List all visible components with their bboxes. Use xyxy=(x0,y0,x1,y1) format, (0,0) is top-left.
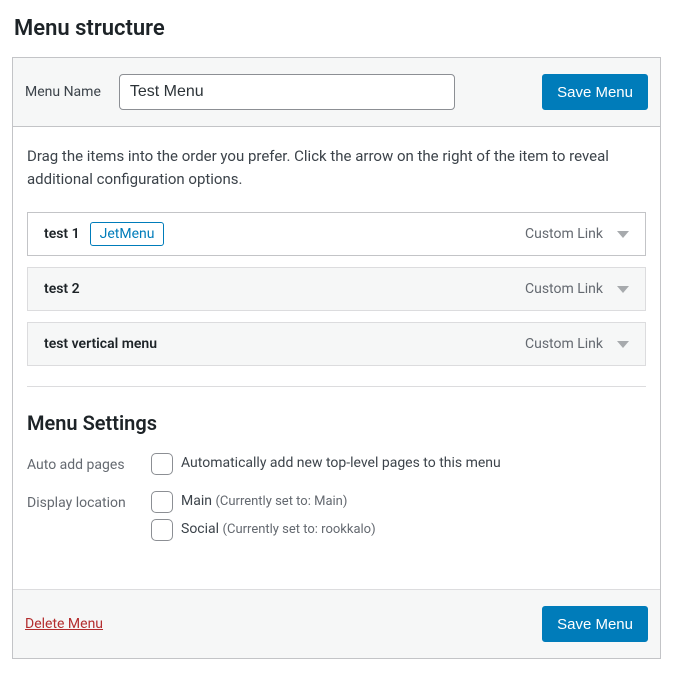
display-location-note: (Currently set to: rookkalo) xyxy=(223,522,376,537)
menu-item[interactable]: test 1 JetMenu Custom Link xyxy=(27,212,646,256)
menu-footer: Delete Menu Save Menu xyxy=(13,589,660,658)
menu-item-title: test 2 xyxy=(44,281,80,297)
menu-structure-heading: Menu structure xyxy=(14,16,661,41)
display-location-name: Main (Currently set to: Main) xyxy=(181,492,347,512)
display-location-note: (Currently set to: Main) xyxy=(215,494,347,509)
menu-items-list: test 1 JetMenu Custom Link test 2 Custom Lin… xyxy=(27,212,646,366)
display-location-row: Display location Main (Currently set to:… xyxy=(27,491,646,547)
display-location-option: Social (Currently set to: rookkalo) xyxy=(151,519,646,541)
menu-item-title: test 1 xyxy=(44,226,80,242)
menu-item-type: Custom Link xyxy=(525,281,603,297)
menu-name-label: Menu Name xyxy=(25,84,101,100)
menu-item-title: test vertical menu xyxy=(44,336,157,352)
auto-add-checkbox[interactable] xyxy=(151,453,173,475)
display-location-label: Display location xyxy=(27,491,151,511)
save-menu-button-top[interactable]: Save Menu xyxy=(542,74,648,110)
display-location-option: Main (Currently set to: Main) xyxy=(151,491,646,513)
instructions-text: Drag the items into the order you prefer… xyxy=(27,145,637,190)
menu-item-type: Custom Link xyxy=(525,336,603,352)
chevron-down-icon[interactable] xyxy=(617,286,629,293)
chevron-down-icon[interactable] xyxy=(617,341,629,348)
menu-settings-section: Menu Settings Auto add pages Automatical… xyxy=(27,411,646,581)
chevron-down-icon[interactable] xyxy=(617,231,629,238)
menu-name-input[interactable] xyxy=(119,74,455,110)
menu-item[interactable]: test 2 Custom Link xyxy=(27,267,646,311)
display-location-name: Social (Currently set to: rookkalo) xyxy=(181,520,376,540)
menu-item[interactable]: test vertical menu Custom Link xyxy=(27,322,646,366)
delete-menu-link[interactable]: Delete Menu xyxy=(25,616,103,632)
auto-add-pages-row: Auto add pages Automatically add new top… xyxy=(27,453,646,481)
display-location-checkbox[interactable] xyxy=(151,519,173,541)
settings-separator xyxy=(27,386,646,387)
menu-body: Drag the items into the order you prefer… xyxy=(13,127,660,589)
save-menu-button-bottom[interactable]: Save Menu xyxy=(542,606,648,642)
menu-name-row: Menu Name Save Menu xyxy=(13,58,660,127)
auto-add-text: Automatically add new top-level pages to… xyxy=(181,454,501,474)
auto-add-pages-label: Auto add pages xyxy=(27,453,151,473)
menu-edit-panel: Menu Name Save Menu Drag the items into … xyxy=(12,57,661,659)
jetmenu-tag[interactable]: JetMenu xyxy=(90,222,165,246)
display-location-checkbox[interactable] xyxy=(151,491,173,513)
menu-item-type: Custom Link xyxy=(525,226,603,242)
menu-settings-heading: Menu Settings xyxy=(27,411,646,435)
